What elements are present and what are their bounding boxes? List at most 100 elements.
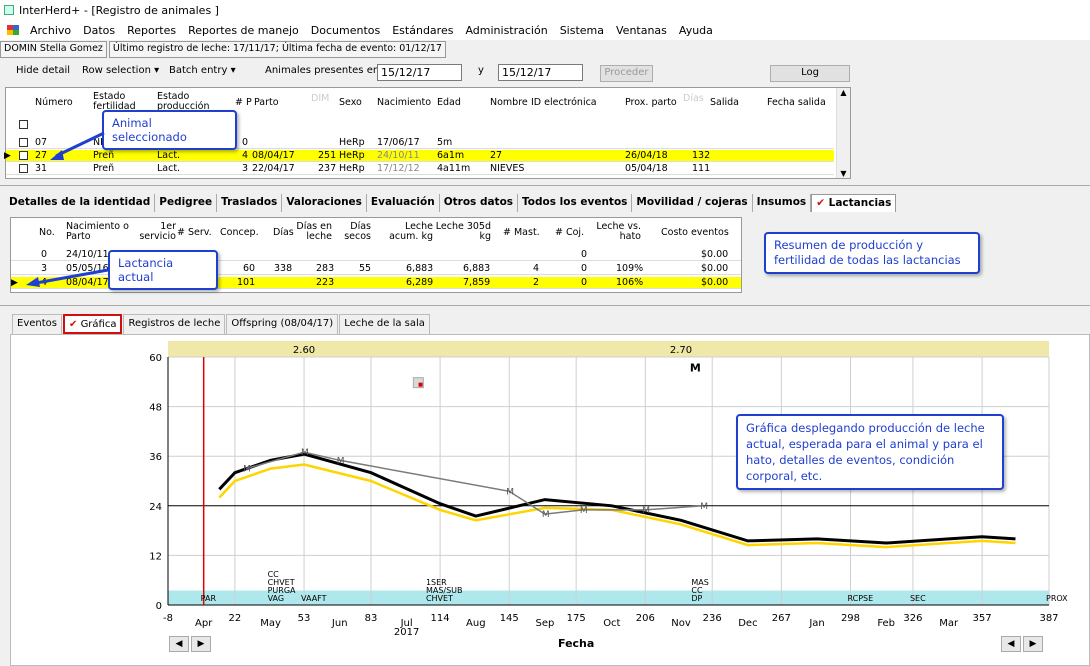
tab-pedigree[interactable]: Pedigree bbox=[155, 194, 218, 212]
document-icon[interactable] bbox=[6, 24, 20, 36]
cell: $0.00 bbox=[701, 263, 729, 274]
menu-reportes-manejo[interactable]: Reportes de manejo bbox=[182, 24, 305, 37]
cell: 4a11m bbox=[437, 163, 471, 174]
col-parto[interactable]: Parto bbox=[254, 98, 279, 108]
col-costo-eventos[interactable]: Costo eventos bbox=[661, 228, 729, 238]
tab-leche-sala[interactable]: Leche de la sala bbox=[339, 314, 430, 334]
col-estado-produccion[interactable]: Estado producción bbox=[157, 92, 212, 112]
tab-lactancias[interactable]: ✔ Lactancias bbox=[811, 194, 897, 212]
col-id-electronica[interactable]: ID electrónica bbox=[531, 98, 597, 108]
tab-otros-datos[interactable]: Otros datos bbox=[440, 194, 519, 212]
data-point-m: M bbox=[301, 448, 309, 458]
col-coj[interactable]: # Coj. bbox=[555, 228, 584, 238]
col-prox-parto[interactable]: Prox. parto bbox=[625, 98, 677, 108]
x-tick-label: 236 bbox=[703, 613, 722, 624]
col-dias-leche[interactable]: Días en leche bbox=[296, 222, 332, 242]
col-concep[interactable]: Concep. bbox=[220, 228, 259, 238]
tab-valoraciones[interactable]: Valoraciones bbox=[282, 194, 367, 212]
data-point-m: M bbox=[337, 456, 345, 466]
cell: 109% bbox=[616, 263, 644, 274]
col-leche-acum[interactable]: Leche acum. kg bbox=[373, 222, 433, 242]
tab-registros-leche[interactable]: Registros de leche bbox=[123, 314, 226, 334]
row-checkbox[interactable] bbox=[19, 151, 28, 160]
y-tick-label: 24 bbox=[149, 502, 162, 513]
tab-evaluacion[interactable]: Evaluación bbox=[367, 194, 440, 212]
month-label: Dec bbox=[738, 618, 757, 629]
menu-sistema[interactable]: Sistema bbox=[554, 24, 610, 37]
col-dias-secos[interactable]: Días secos bbox=[336, 222, 371, 242]
tab-offspring[interactable]: Offspring (08/04/17) bbox=[226, 314, 339, 334]
row-pointer-icon: ▶ bbox=[11, 278, 18, 288]
tab-grafica[interactable]: ✔ Gráfica bbox=[62, 314, 123, 334]
col-sexo[interactable]: Sexo bbox=[339, 98, 362, 108]
col-leche-hato[interactable]: Leche vs. hato bbox=[591, 222, 641, 242]
menu-ayuda[interactable]: Ayuda bbox=[673, 24, 719, 37]
data-point-m: M bbox=[642, 506, 650, 516]
menu-administracion[interactable]: Administración bbox=[459, 24, 553, 37]
col-nombre[interactable]: Nombre bbox=[490, 98, 528, 108]
status-info: Último registro de leche: 17/11/17; Últi… bbox=[108, 41, 446, 58]
col-dias[interactable]: Días bbox=[683, 94, 704, 104]
col-dias[interactable]: Días bbox=[273, 228, 294, 238]
log-button[interactable]: Log bbox=[770, 65, 850, 82]
tab-eventos[interactable]: Eventos bbox=[12, 314, 62, 334]
event-label: DP bbox=[691, 594, 702, 603]
col-nacimiento-parto[interactable]: Nacimiento o Parto bbox=[66, 222, 131, 242]
proceed-button[interactable]: Proceder bbox=[600, 65, 653, 82]
chart-next-left-button[interactable]: ▶ bbox=[191, 636, 211, 652]
date-from-input[interactable]: 15/12/17 bbox=[377, 64, 462, 81]
row-selection-button[interactable]: Row selection ▾ bbox=[78, 64, 163, 81]
col-edad[interactable]: Edad bbox=[437, 98, 461, 108]
col-estado-fertilidad[interactable]: Estado fertilidad bbox=[93, 92, 143, 112]
col-leche-305d[interactable]: Leche 305d kg bbox=[433, 222, 491, 242]
col-numero[interactable]: Número bbox=[35, 98, 73, 108]
chart-next-right-button[interactable]: ▶ bbox=[1023, 636, 1043, 652]
chart-prev-right-button[interactable]: ◀ bbox=[1001, 636, 1021, 652]
cell: 0 bbox=[581, 277, 588, 288]
scroll-down-icon[interactable]: ▼ bbox=[837, 169, 850, 178]
month-label: Apr bbox=[195, 618, 213, 629]
event-label: RCPSE bbox=[847, 594, 873, 603]
tab-traslados[interactable]: Traslados bbox=[217, 194, 283, 212]
row-checkbox[interactable] bbox=[19, 164, 28, 173]
col-dim[interactable]: DIM bbox=[311, 94, 329, 104]
tab-movilidad[interactable]: Movilidad / cojeras bbox=[632, 194, 753, 212]
scroll-up-icon[interactable]: ▲ bbox=[837, 88, 850, 97]
month-label: May bbox=[260, 618, 281, 629]
col-mast[interactable]: # Mast. bbox=[503, 228, 540, 238]
cell: Lact. bbox=[157, 150, 181, 161]
col-salida[interactable]: Salida bbox=[710, 98, 739, 108]
select-all-checkbox[interactable] bbox=[19, 120, 28, 129]
batch-entry-button[interactable]: Batch entry ▾ bbox=[165, 64, 240, 81]
col-fecha-salida[interactable]: Fecha salida bbox=[767, 98, 826, 108]
x-tick-label: 114 bbox=[431, 613, 450, 624]
table-row-selected[interactable]: 27 Preñ Lact. 4 08/04/17 251 HeRp 24/10/… bbox=[6, 150, 834, 162]
date-to-input[interactable]: 15/12/17 bbox=[498, 64, 583, 81]
menu-reportes[interactable]: Reportes bbox=[121, 24, 182, 37]
cell: 55 bbox=[359, 263, 372, 274]
col-1er-servicio[interactable]: 1er servicio bbox=[136, 222, 176, 242]
tab-todos-eventos[interactable]: Todos los eventos bbox=[518, 194, 633, 212]
hide-detail-button[interactable]: Hide detail bbox=[12, 64, 74, 81]
menu-documentos[interactable]: Documentos bbox=[305, 24, 386, 37]
cell: 338 bbox=[274, 263, 293, 274]
tab-identidad[interactable]: Detalles de la identidad bbox=[5, 194, 156, 212]
col-np[interactable]: # P bbox=[235, 98, 252, 108]
table-row[interactable]: 31 Preñ Lact. 3 22/04/17 237 HeRp 17/12/… bbox=[6, 163, 834, 175]
x-axis-label: Fecha bbox=[558, 637, 594, 650]
menu-estandares[interactable]: Estándares bbox=[386, 24, 459, 37]
y-tick-label: 12 bbox=[149, 551, 162, 562]
body-condition-label: 2.70 bbox=[670, 345, 692, 356]
menu-datos[interactable]: Datos bbox=[77, 24, 121, 37]
menu-ventanas[interactable]: Ventanas bbox=[610, 24, 673, 37]
cell: 251 bbox=[318, 150, 337, 161]
menu-archivo[interactable]: Archivo bbox=[24, 24, 77, 37]
vertical-scrollbar[interactable]: ▲ ▼ bbox=[836, 88, 850, 178]
col-n-serv[interactable]: # Serv. bbox=[177, 228, 212, 238]
chart-prev-left-button[interactable]: ◀ bbox=[169, 636, 189, 652]
col-no[interactable]: No. bbox=[39, 228, 55, 238]
col-nacimiento[interactable]: Nacimiento bbox=[377, 98, 431, 108]
row-checkbox[interactable] bbox=[19, 138, 28, 147]
cell: 0 bbox=[581, 263, 588, 274]
tab-insumos[interactable]: Insumos bbox=[753, 194, 812, 212]
